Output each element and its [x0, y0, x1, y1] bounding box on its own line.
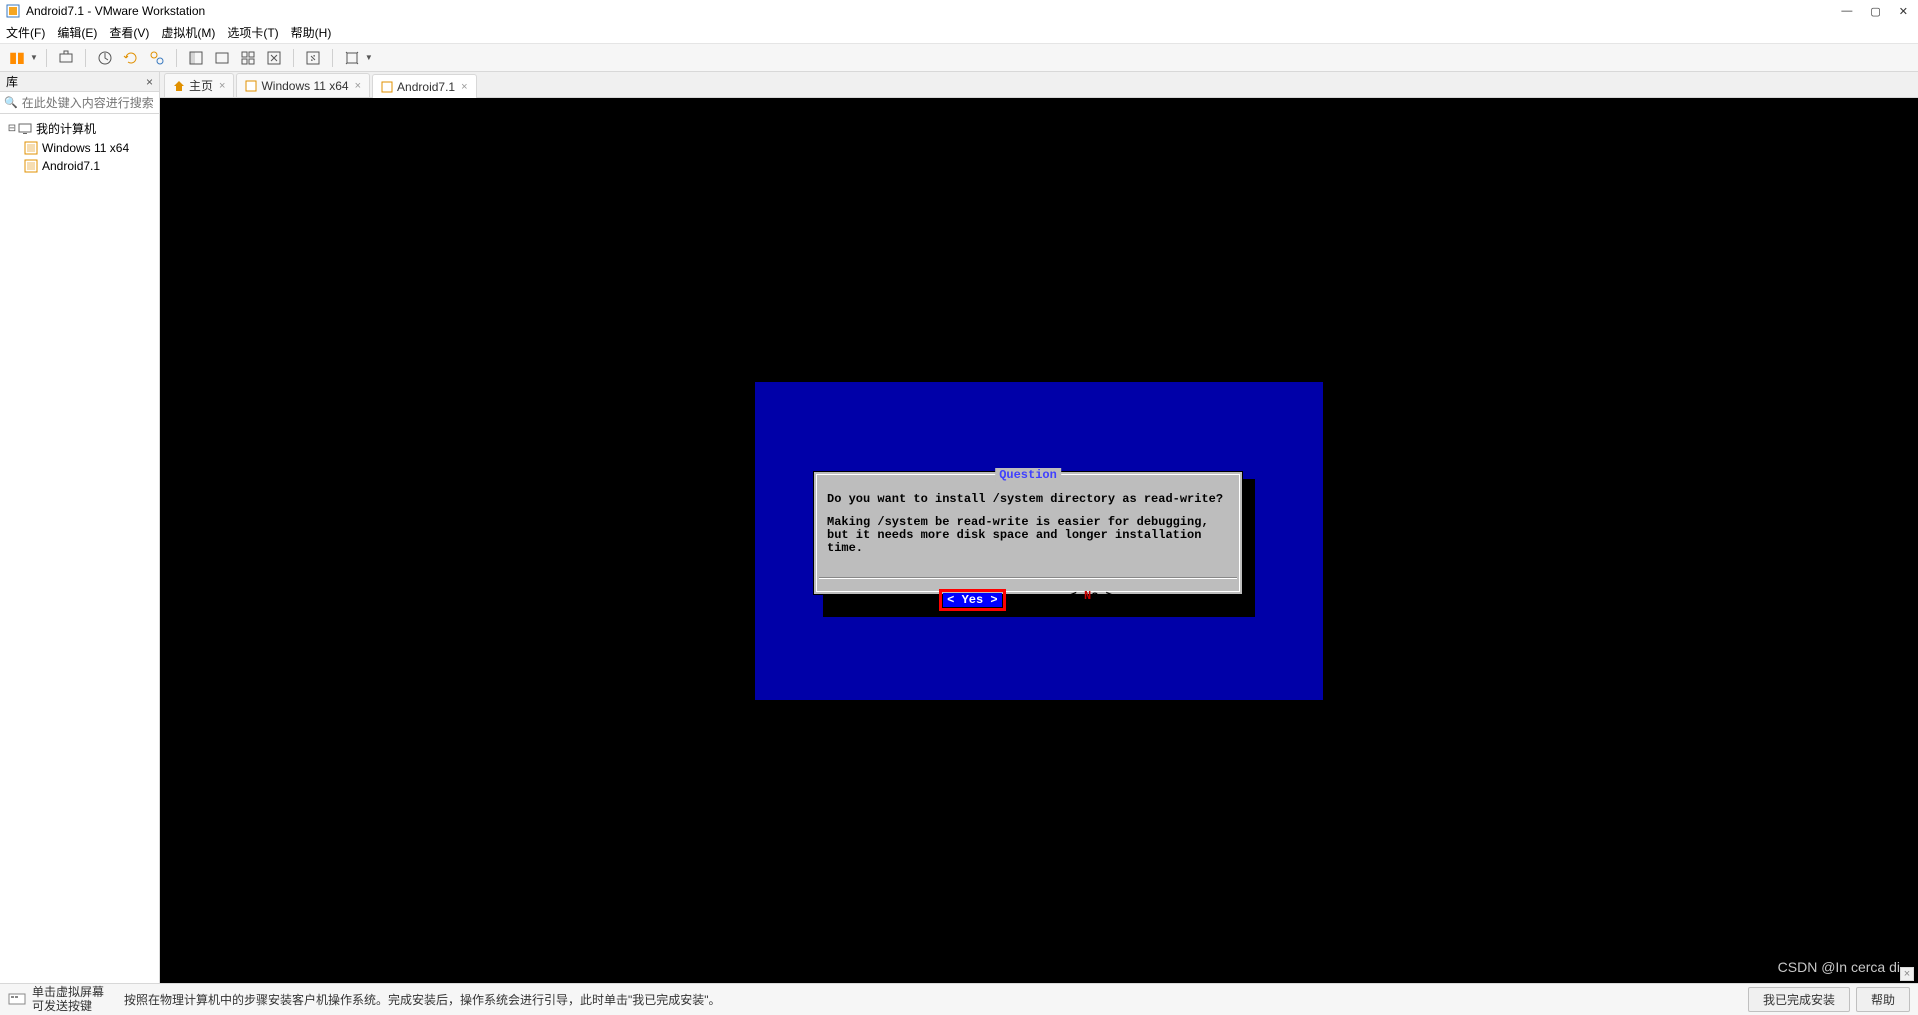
toolbar: ▮▮ ▼ ▼: [0, 44, 1918, 72]
stretch-button[interactable]: [341, 47, 363, 69]
menu-file[interactable]: 文件(F): [6, 24, 45, 41]
install-instruction: 按照在物理计算机中的步骤安装客户机操作系统。完成安装后，操作系统会进行引导，此时…: [124, 991, 1742, 1008]
toolbar-separator: [85, 49, 86, 67]
snapshot-take-button[interactable]: [94, 47, 116, 69]
pause-button[interactable]: ▮▮: [6, 47, 28, 69]
home-icon: [173, 80, 185, 92]
window-titlebar: Android7.1 - VMware Workstation — ▢ ✕: [0, 0, 1918, 22]
computer-icon: [18, 122, 32, 136]
install-done-button[interactable]: 我已完成安装: [1748, 987, 1850, 1012]
no-prefix: <: [1070, 589, 1084, 603]
hint-line1: 单击虚拟屏幕: [32, 986, 104, 999]
menu-help[interactable]: 帮助(H): [291, 24, 332, 41]
toolbar-separator: [293, 49, 294, 67]
snapshot-revert-button[interactable]: [120, 47, 142, 69]
window-title: Android7.1 - VMware Workstation: [26, 4, 1837, 18]
tree-root-label: 我的计算机: [36, 120, 96, 137]
vm-icon: [24, 159, 38, 173]
tab-windows11[interactable]: Windows 11 x64 ×: [236, 73, 370, 97]
tab-close-icon[interactable]: ×: [355, 80, 361, 92]
menu-vm[interactable]: 虚拟机(M): [161, 24, 215, 41]
toolbar-separator: [46, 49, 47, 67]
app-icon: [6, 4, 20, 18]
hint-icon: [8, 991, 26, 1009]
question-dialog: Question Do you want to install /system …: [813, 471, 1243, 595]
view-console-button[interactable]: [211, 47, 233, 69]
watermark: CSDN @In cerca di: [1778, 959, 1900, 975]
toolbar-separator: [332, 49, 333, 67]
window-minimize-button[interactable]: —: [1837, 5, 1856, 18]
vm-icon: [381, 81, 393, 93]
stretch-dropdown-icon[interactable]: ▼: [365, 53, 373, 62]
tab-label: 主页: [189, 77, 213, 94]
sidebar-search: 🔍 ▼: [0, 92, 159, 114]
dialog-button-row: < Yes > < No >: [817, 583, 1239, 615]
no-button[interactable]: < No >: [1066, 589, 1117, 611]
view-unity-button[interactable]: [263, 47, 285, 69]
tab-label: Windows 11 x64: [261, 79, 348, 93]
tab-close-icon[interactable]: ×: [461, 81, 467, 93]
vm-display[interactable]: Question Do you want to install /system …: [160, 98, 1918, 983]
tab-android71[interactable]: Android7.1 ×: [372, 74, 476, 98]
menu-edit[interactable]: 编辑(E): [57, 24, 97, 41]
sidebar-header: 库 ×: [0, 72, 159, 92]
dialog-title: Question: [995, 468, 1061, 482]
library-sidebar: 库 × 🔍 ▼ ⊟ 我的计算机 Windows 11 x64 Android7: [0, 72, 160, 983]
search-input[interactable]: [22, 96, 177, 110]
tab-close-icon[interactable]: ×: [219, 80, 225, 92]
menu-tabs[interactable]: 选项卡(T): [227, 24, 278, 41]
dialog-separator: [819, 577, 1237, 579]
pause-dropdown-icon[interactable]: ▼: [30, 53, 38, 62]
tab-label: Android7.1: [397, 80, 455, 94]
window-close-button[interactable]: ✕: [1895, 5, 1912, 18]
statusbar-close-icon[interactable]: ×: [1900, 967, 1914, 981]
fullscreen-button[interactable]: [302, 47, 324, 69]
vm-icon: [245, 80, 257, 92]
tree-item-label: Windows 11 x64: [42, 141, 129, 155]
snapshot-manager-button[interactable]: [146, 47, 168, 69]
sidebar-close-button[interactable]: ×: [146, 75, 153, 89]
help-button[interactable]: 帮助: [1856, 987, 1910, 1012]
menu-view[interactable]: 查看(V): [109, 24, 149, 41]
tab-home[interactable]: 主页 ×: [164, 73, 234, 97]
hint-line2: 可发送按键: [32, 1000, 104, 1013]
window-maximize-button[interactable]: ▢: [1866, 5, 1884, 18]
tab-bar: 主页 × Windows 11 x64 × Android7.1 ×: [160, 72, 1918, 98]
yes-button[interactable]: < Yes >: [943, 593, 1001, 607]
tree-item-label: Android7.1: [42, 159, 100, 173]
view-thumbnail-button[interactable]: [237, 47, 259, 69]
no-rest: o >: [1091, 589, 1113, 603]
send-ctrl-alt-del-button[interactable]: [55, 47, 77, 69]
content-area: 主页 × Windows 11 x64 × Android7.1 × Quest…: [160, 72, 1918, 983]
search-icon: 🔍: [4, 96, 18, 109]
dialog-line2: Making /system be read-write is easier f…: [827, 516, 1229, 556]
menu-bar: 文件(F) 编辑(E) 查看(V) 虚拟机(M) 选项卡(T) 帮助(H): [0, 22, 1918, 44]
vm-icon: [24, 141, 38, 155]
dialog-body: Do you want to install /system directory…: [817, 475, 1239, 574]
tree-vm-item[interactable]: Android7.1: [18, 157, 159, 175]
tree-vm-item[interactable]: Windows 11 x64: [18, 139, 159, 157]
installer-bluescreen: Question Do you want to install /system …: [755, 382, 1323, 700]
toolbar-separator: [176, 49, 177, 67]
dialog-line1: Do you want to install /system directory…: [827, 493, 1229, 506]
yes-button-highlight: < Yes >: [939, 589, 1005, 611]
tree-root[interactable]: ⊟ 我的计算机: [0, 118, 159, 139]
view-single-button[interactable]: [185, 47, 207, 69]
library-tree: ⊟ 我的计算机 Windows 11 x64 Android7.1: [0, 114, 159, 179]
status-bar: 单击虚拟屏幕 可发送按键 按照在物理计算机中的步骤安装客户机操作系统。完成安装后…: [0, 983, 1918, 1015]
sidebar-title: 库: [6, 73, 18, 90]
expander-icon[interactable]: ⊟: [6, 123, 18, 134]
hint-text: 单击虚拟屏幕 可发送按键: [32, 986, 104, 1012]
